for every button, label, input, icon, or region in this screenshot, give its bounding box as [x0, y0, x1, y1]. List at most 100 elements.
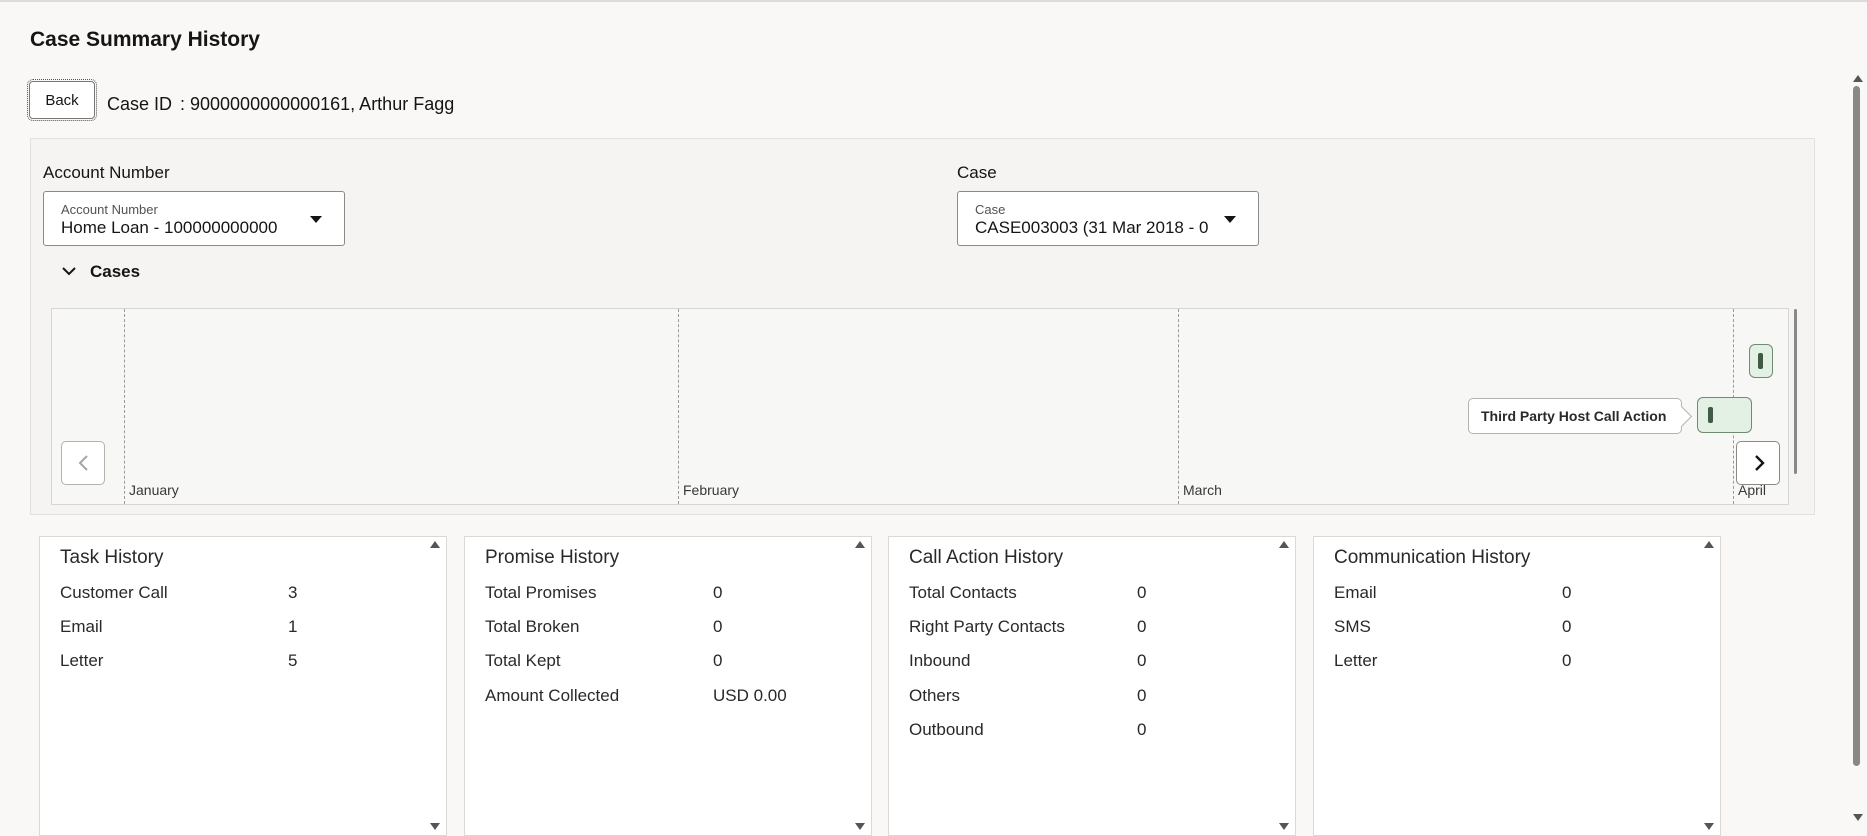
timeline-month-label: January — [129, 482, 179, 498]
case-heading: Case — [957, 163, 997, 182]
list-item: Inbound 0 — [909, 651, 1279, 675]
scroll-up-icon[interactable] — [1853, 75, 1863, 82]
scroll-up-icon[interactable] — [430, 541, 440, 548]
account-number-field-label: Account Number — [61, 202, 158, 217]
row-label: Inbound — [909, 651, 971, 670]
list-item: Others 0 — [909, 686, 1279, 710]
row-value: 0 — [1562, 651, 1572, 670]
communication-history-card: Communication History Email 0 SMS 0 Letter… — [1313, 536, 1721, 836]
list-item: Customer Call 3 — [60, 583, 430, 607]
row-label: Total Contacts — [909, 583, 1017, 602]
list-item: Total Contacts 0 — [909, 583, 1279, 607]
call-action-history-card: Call Action History Total Contacts 0 Righ… — [888, 536, 1296, 836]
timeline-event-tooltip-text: Third Party Host Call Action — [1481, 408, 1667, 424]
scroll-down-icon[interactable] — [1853, 814, 1863, 821]
list-item: Email 1 — [60, 617, 430, 641]
row-label: Email — [60, 617, 103, 636]
task-history-card: Task History Customer Call 3 Email 1 Lette… — [39, 536, 447, 836]
scroll-up-icon[interactable] — [1704, 541, 1714, 548]
timeline-event-call-action[interactable] — [1697, 397, 1752, 433]
case-id-label: Case ID — [107, 94, 173, 114]
list-item: SMS 0 — [1334, 617, 1704, 641]
row-value: 3 — [288, 583, 298, 602]
row-value: 0 — [1137, 617, 1147, 636]
row-value: 0 — [713, 583, 723, 602]
row-value: 1 — [288, 617, 298, 636]
page-title: Case Summary History — [30, 28, 260, 51]
list-item: Amount Collected USD 0.00 — [485, 686, 855, 710]
timeline-scrollbar[interactable] — [1794, 309, 1797, 474]
row-label: Others — [909, 686, 961, 705]
row-value: 0 — [1562, 617, 1572, 636]
list-item: Total Promises 0 — [485, 583, 855, 607]
timeline-gridline — [1178, 309, 1179, 504]
list-item: Total Kept 0 — [485, 651, 855, 675]
row-value: 0 — [713, 651, 723, 670]
card-title: Call Action History — [909, 547, 1064, 568]
case-value: CASE003003 (31 Mar 2018 - 0 — [975, 218, 1209, 237]
list-item: Letter 0 — [1334, 651, 1704, 675]
timeline-month-label: March — [1183, 482, 1222, 498]
row-label: Outbound — [909, 720, 984, 739]
row-value: 5 — [288, 651, 298, 670]
account-number-heading: Account Number — [43, 163, 170, 182]
scroll-down-icon[interactable] — [855, 823, 865, 830]
account-number-value: Home Loan - 100000000000 — [61, 218, 278, 237]
row-label: Letter — [60, 651, 104, 670]
row-label: Right Party Contacts — [909, 617, 1065, 636]
row-label: Customer Call — [60, 583, 168, 602]
timeline-event-tooltip: Third Party Host Call Action — [1468, 398, 1693, 434]
timeline-month-label: February — [683, 482, 740, 498]
top-divider — [0, 0, 1867, 2]
list-item: Right Party Contacts 0 — [909, 617, 1279, 641]
case-field-label: Case — [975, 202, 1006, 217]
case-id-value: : 9000000000000161, Arthur Fagg — [180, 94, 455, 114]
row-label: SMS — [1334, 617, 1371, 636]
tooltip-arrow — [1670, 405, 1693, 428]
scroll-down-icon[interactable] — [430, 823, 440, 830]
scroll-up-icon[interactable] — [1279, 541, 1289, 548]
event-bar-icon — [1708, 407, 1713, 423]
scroll-down-icon[interactable] — [1279, 823, 1289, 830]
list-item: Email 0 — [1334, 583, 1704, 607]
timeline-next-button[interactable] — [1736, 441, 1780, 485]
list-item: Outbound 0 — [909, 720, 1279, 744]
scrollbar-thumb[interactable] — [1853, 86, 1860, 766]
event-bar-icon — [1758, 353, 1763, 369]
dropdown-caret-icon — [310, 216, 322, 223]
card-title: Task History — [60, 547, 164, 568]
row-value: 0 — [1137, 651, 1147, 670]
row-value: 0 — [1137, 720, 1147, 739]
back-button[interactable]: Back — [27, 79, 97, 121]
chevron-down-icon — [60, 262, 78, 285]
timeline-gridline — [124, 309, 125, 504]
page-scrollbar[interactable] — [1848, 70, 1866, 828]
row-label: Total Broken — [485, 617, 580, 636]
row-label: Total Kept — [485, 651, 561, 670]
account-number-select[interactable]: Account Number Home Loan - 100000000000 — [43, 191, 345, 246]
cases-timeline: January February March April Third Party… — [51, 308, 1789, 505]
row-value: 0 — [1137, 583, 1147, 602]
row-value: USD 0.00 — [713, 686, 787, 705]
timeline-gridline — [678, 309, 679, 504]
cases-section-label: Cases — [90, 262, 141, 281]
promise-history-card: Promise History Total Promises 0 Total Br… — [464, 536, 872, 836]
row-value: 0 — [1137, 686, 1147, 705]
row-label: Letter — [1334, 651, 1378, 670]
row-label: Amount Collected — [485, 686, 620, 705]
list-item: Letter 5 — [60, 651, 430, 675]
timeline-event-marker[interactable] — [1749, 344, 1773, 378]
card-title: Communication History — [1334, 547, 1531, 568]
row-label: Email — [1334, 583, 1377, 602]
scroll-up-icon[interactable] — [855, 541, 865, 548]
cases-section-toggle[interactable]: Cases — [56, 258, 156, 288]
row-label: Total Promises — [485, 583, 597, 602]
scroll-down-icon[interactable] — [1704, 823, 1714, 830]
card-title: Promise History — [485, 547, 620, 568]
list-item: Total Broken 0 — [485, 617, 855, 641]
row-value: 0 — [1562, 583, 1572, 602]
row-value: 0 — [713, 617, 723, 636]
dropdown-caret-icon — [1224, 216, 1236, 223]
timeline-prev-button[interactable] — [61, 441, 105, 485]
case-select[interactable]: Case CASE003003 (31 Mar 2018 - 0 — [957, 191, 1259, 246]
